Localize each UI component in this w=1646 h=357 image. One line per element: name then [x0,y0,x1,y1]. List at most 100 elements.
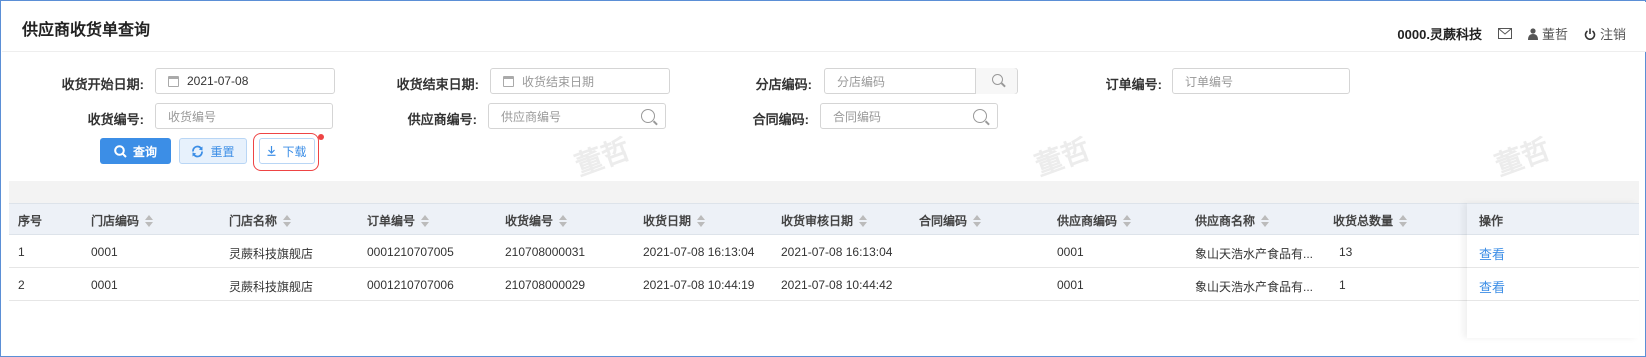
user-menu[interactable]: 董哲 [1527,24,1568,43]
search-icon[interactable] [641,109,655,123]
sort-icon[interactable] [421,214,430,227]
receive-end-date-field[interactable]: 收货结束日期 [490,68,670,94]
query-button[interactable]: 查询 [100,138,171,164]
receive-start-date-field[interactable]: 2021-07-08 [155,68,335,94]
logout-label: 注销 [1599,27,1626,42]
col-store-name[interactable]: 门店名称 [229,212,292,229]
column-label: 供应商名称 [1195,214,1256,228]
order-number-label: 订单编号: [1105,77,1162,92]
column-label: 门店名称 [229,214,278,228]
sort-icon[interactable] [697,214,706,227]
cell-store-code: 0001 [91,278,118,292]
receipt-number-field[interactable]: 收货编号 [155,103,333,129]
cell-index: 1 [18,245,25,259]
order-number-field[interactable]: 订单编号 [1172,68,1350,94]
receive-start-value: 2021-07-08 [187,74,249,88]
mail-icon [1497,28,1512,39]
col-order-number[interactable]: 订单编号 [367,212,430,229]
cell-receipt-number: 210708000031 [505,245,586,259]
cell-supplier-code: 0001 [1057,245,1084,259]
notification-dot [318,134,324,140]
cell-receipt-number: 210708000029 [505,278,586,292]
reset-button[interactable]: 重置 [179,138,247,164]
cell-receive-date: 2021-07-08 16:13:04 [643,245,755,259]
supplier-number-placeholder: 供应商编号 [501,109,562,124]
col-audit-date[interactable]: 收货审核日期 [781,212,868,229]
col-receive-date[interactable]: 收货日期 [643,212,706,229]
cell-order-number: 0001210707006 [367,278,454,292]
cell-store-name: 灵蕨科技旗舰店 [229,280,314,294]
mail-button[interactable] [1497,28,1512,39]
receive-end-label: 收货结束日期: [396,77,479,92]
cell-store-name: 灵蕨科技旗舰店 [229,247,314,261]
table-row: 1 0001 灵蕨科技旗舰店 0001210707005 21070800003… [9,235,1639,268]
query-label: 查询 [132,144,157,159]
sort-icon[interactable] [145,214,154,227]
col-store-code[interactable]: 门店编码 [91,212,154,229]
col-contract-code[interactable]: 合同编码 [919,212,982,229]
column-label: 收货审核日期 [781,214,854,228]
watermark-text: 董哲 [570,133,635,182]
cell-audit-date: 2021-07-08 16:13:04 [781,245,893,259]
cell-receive-date: 2021-07-08 10:44:19 [643,278,755,292]
download-icon [267,146,276,156]
column-label: 订单编号 [367,214,416,228]
contract-code-placeholder: 合同编码 [833,109,882,124]
receipts-table: 序号 门店编码 门店名称 订单编号 收货编号 收货日期 收货审核日期 合同编码 … [9,203,1639,333]
column-label: 合同编码 [919,214,968,228]
col-index: 序号 [18,212,42,229]
contract-code-label: 合同编码: [752,112,809,127]
receipt-number-label: 收货编号: [87,112,144,127]
sort-icon[interactable] [859,214,868,227]
table-header: 序号 门店编码 门店名称 订单编号 收货编号 收货日期 收货审核日期 合同编码 … [9,203,1639,235]
column-label: 供应商编码 [1057,214,1118,228]
sort-icon[interactable] [973,214,982,227]
branch-code-field[interactable]: 分店编码 [824,68,1018,94]
search-icon[interactable] [973,109,987,123]
search-icon [992,74,1003,85]
cell-total-quantity: 13 [1339,245,1353,259]
sort-icon[interactable] [1399,214,1408,227]
sort-icon[interactable] [283,214,292,227]
download-label: 下载 [282,144,307,159]
power-icon [1584,28,1596,40]
contract-code-field[interactable]: 合同编码 [820,103,998,129]
cell-index: 2 [18,278,25,292]
filter-panel: 收货开始日期: 2021-07-08 收货结束日期: 收货结束日期 分店编码: … [9,56,1639,186]
sort-icon[interactable] [1261,214,1270,227]
cell-store-code: 0001 [91,245,118,259]
sort-icon[interactable] [559,214,568,227]
column-label: 收货日期 [643,214,692,228]
user-icon [1527,27,1538,40]
header-actions: 0000.灵蕨科技 董哲 注销 [1397,24,1626,43]
cell-total-quantity: 1 [1339,278,1346,292]
supplier-number-label: 供应商编号: [407,112,477,127]
watermark-text: 董哲 [1030,133,1095,182]
cell-audit-date: 2021-07-08 10:44:42 [781,278,893,292]
refresh-icon [192,145,204,157]
download-button[interactable]: 下载 [259,138,315,164]
section-divider [9,181,1639,203]
company-name: 0000.灵蕨科技 [1397,27,1482,42]
branch-code-placeholder: 分店编码 [837,74,886,89]
col-supplier-name[interactable]: 供应商名称 [1195,212,1270,229]
column-label: 序号 [18,214,43,228]
watermark-text: 董哲 [1490,133,1555,182]
logout-button[interactable]: 注销 [1584,24,1626,43]
fixed-actions-column [1467,203,1639,338]
column-label: 收货编号 [505,214,554,228]
order-number-placeholder: 订单编号 [1185,74,1234,89]
supplier-number-field[interactable]: 供应商编号 [488,103,666,129]
receipt-number-placeholder: 收货编号 [168,109,217,124]
branch-code-label: 分店编码: [755,77,812,92]
col-total-quantity[interactable]: 收货总数量 [1333,212,1408,229]
col-supplier-code[interactable]: 供应商编码 [1057,212,1132,229]
user-name: 董哲 [1541,27,1568,42]
reset-label: 重置 [210,144,235,159]
app-window: 供应商收货单查询 0000.灵蕨科技 董哲 注销 收货开始日期: 2021-07… [0,0,1646,357]
page-header: 供应商收货单查询 0000.灵蕨科技 董哲 注销 [2,2,1646,52]
branch-search-button[interactable] [975,68,1017,94]
col-receipt-number[interactable]: 收货编号 [505,212,568,229]
calendar-icon [168,75,179,87]
sort-icon[interactable] [1123,214,1132,227]
